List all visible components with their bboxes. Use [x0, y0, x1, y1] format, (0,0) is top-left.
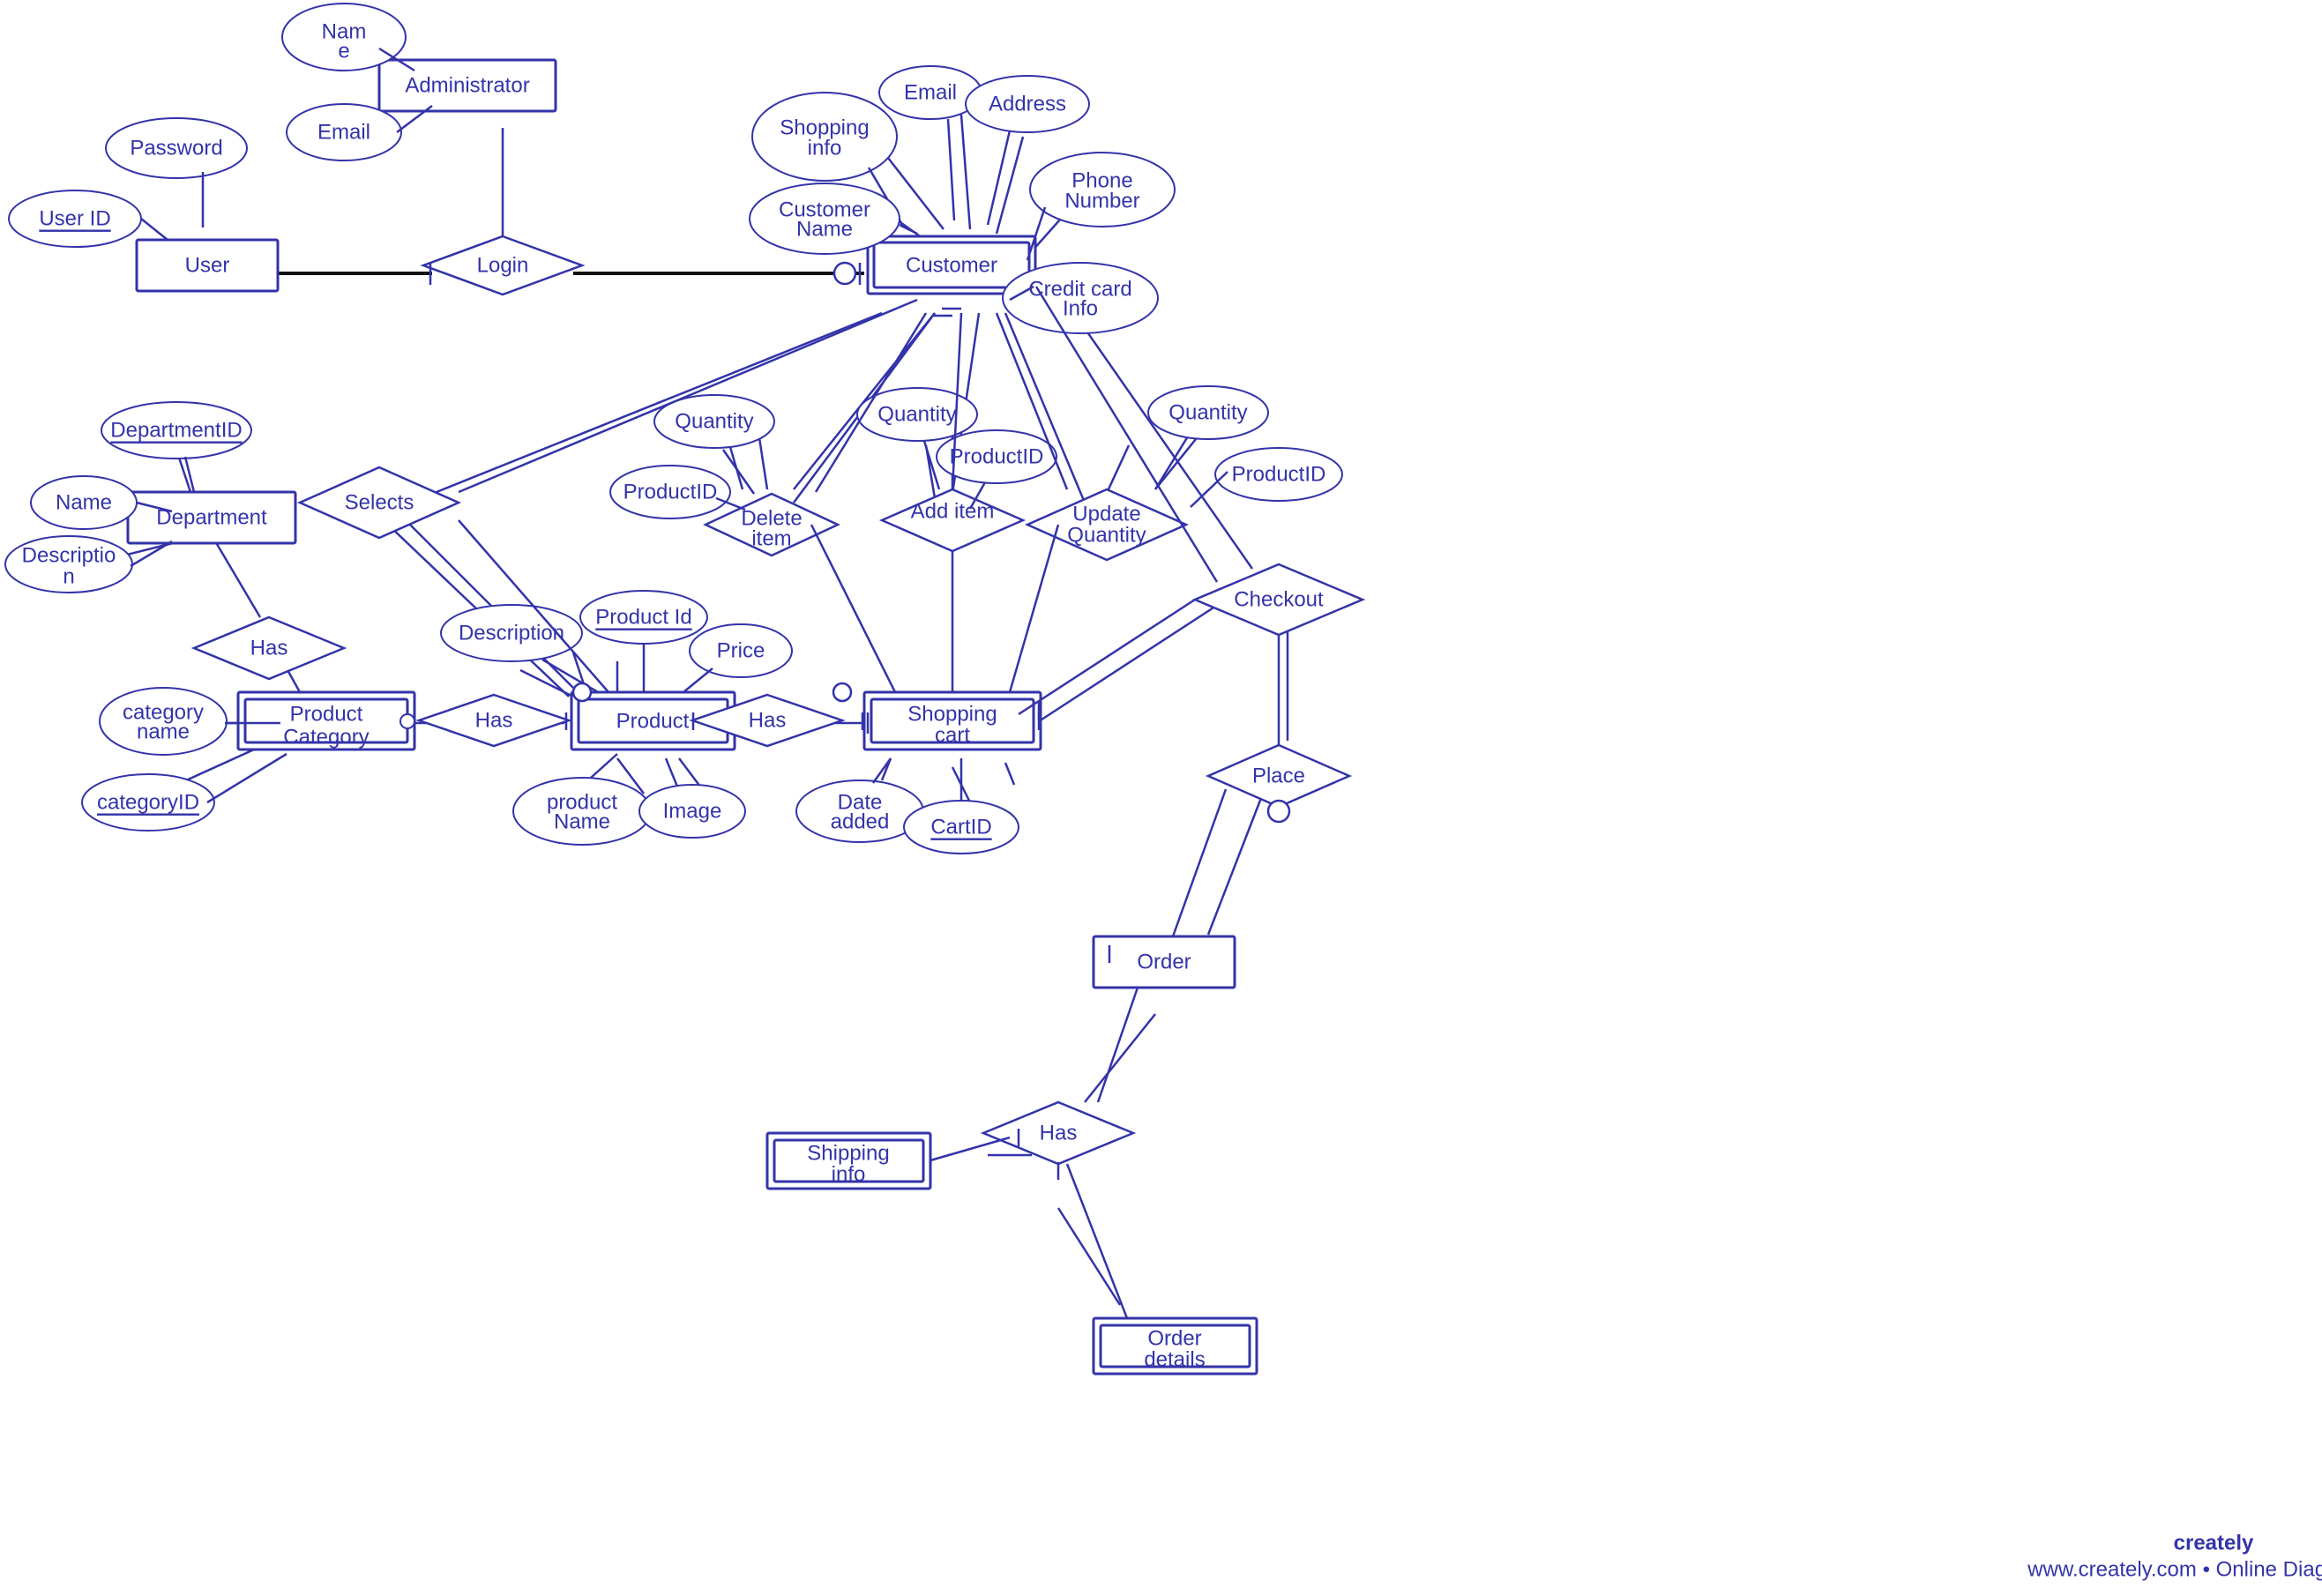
administrator-label: Administrator: [405, 74, 529, 98]
date-added-label2: added: [831, 810, 890, 834]
dept-id-label: DepartmentID: [110, 419, 242, 443]
image-label: Image: [663, 800, 722, 824]
dept-desc-label2: n: [63, 565, 74, 589]
product-category-label2: Category: [283, 726, 369, 750]
shipping-info-label: Shipping: [807, 1142, 889, 1166]
login-label: Login: [477, 254, 529, 278]
upd-product-id-label: ProductID: [1232, 463, 1326, 487]
upd-quantity-label: Quantity: [1168, 401, 1247, 425]
shipping-info-label2: info: [832, 1163, 866, 1187]
cat-id-label: categoryID: [97, 791, 199, 815]
admin-email-label: Email: [317, 121, 370, 145]
prod-name-label2: Name: [554, 810, 610, 834]
user-label: User: [185, 254, 230, 278]
cart-id-label: CartID: [930, 816, 991, 839]
add-quantity-label: Quantity: [877, 403, 956, 427]
watermark-brand: creately: [2174, 1532, 2254, 1555]
user-id-label: User ID: [39, 207, 110, 231]
department-label: Department: [156, 506, 267, 530]
has-order-label: Has: [1040, 1122, 1078, 1145]
del-product-id-label: ProductID: [623, 481, 718, 504]
customer-email-label: Email: [904, 81, 957, 105]
address-label: Address: [989, 93, 1066, 116]
customer-label: Customer: [906, 254, 997, 278]
customer-name-label2: Name: [796, 218, 853, 242]
has-prod-label: Has: [749, 709, 787, 733]
has-cat-label: Has: [475, 709, 513, 733]
shopping-info-label2: info: [808, 137, 842, 160]
admin-name-label2: e: [338, 40, 349, 63]
update-quantity-label: Update: [1072, 503, 1140, 526]
add-item-label: Add item: [911, 500, 995, 524]
delete-item-label2: item: [751, 527, 791, 551]
prod-id-label: Product Id: [595, 606, 691, 630]
order-details-label: Order: [1147, 1327, 1201, 1351]
update-quantity-label2: Quantity: [1067, 524, 1146, 548]
phone-number-label2: Number: [1064, 190, 1139, 213]
dept-desc-label: Descriptio: [22, 544, 116, 568]
password-label: Password: [130, 137, 222, 160]
product-label: Product: [616, 710, 690, 734]
add-product-id-label: ProductID: [950, 445, 1044, 469]
credit-card-label2: Info: [1063, 297, 1098, 321]
del-quantity-label: Quantity: [675, 410, 753, 434]
dept-name-label: Name: [56, 491, 112, 515]
product-category-label: Product: [290, 703, 363, 727]
shopping-cart-label2: cart: [935, 724, 970, 748]
shopping-cart-label: Shopping: [907, 703, 997, 727]
cat-name-label2: name: [137, 720, 190, 744]
has-dept-label: Has: [250, 637, 288, 660]
checkout-label: Checkout: [1234, 588, 1324, 612]
order-details-label2: details: [1144, 1348, 1205, 1372]
selects-label: Selects: [345, 491, 414, 515]
watermark-url: www.creately.com • Online Diagrammer: [2027, 1558, 2322, 1582]
order-label: Order: [1137, 951, 1191, 974]
price-label: Price: [717, 639, 765, 663]
place-label: Place: [1252, 764, 1305, 788]
